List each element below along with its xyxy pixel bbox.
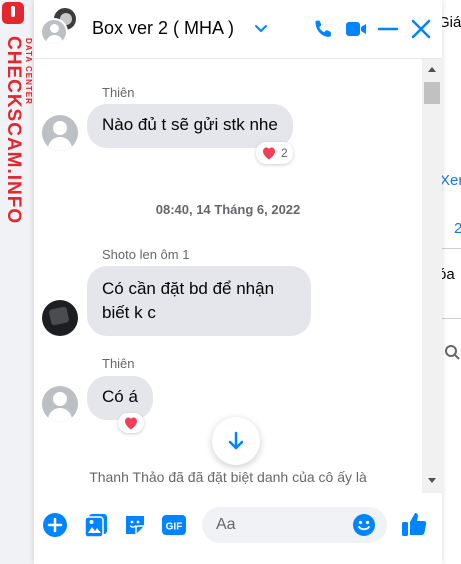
watermark-logo-icon [2,2,24,24]
composer: GIF [34,494,442,564]
message-list[interactable]: Thiên Nào đủ t sẽ gửi stk nhe 2 08:40, 1… [34,59,422,493]
message-line: Có cần đặt bd để nhận [102,279,275,298]
video-camera-icon[interactable] [344,17,368,41]
group-avatar[interactable] [40,6,78,46]
conversation-title[interactable]: Box ver 2 ( MHA ) [92,18,234,39]
message-bubble[interactable]: Nào đủ t sẽ gửi stk nhe [87,104,293,148]
scrollbar-thumb[interactable] [424,82,440,104]
chat-window: Box ver 2 ( MHA ) Thiên Nào đủ t sẽ gửi … [34,0,442,564]
minimize-icon[interactable] [376,17,400,41]
heart-icon [263,147,275,160]
avatar[interactable] [42,386,78,422]
system-message: Thanh Thảo đã đã đặt biệt danh của cô ấy… [89,469,367,485]
close-icon[interactable] [409,17,433,41]
background-link[interactable]: Xen [440,172,461,189]
arrow-down-icon [228,431,244,450]
timestamp: 08:40, 14 Tháng 6, 2022 [155,202,301,217]
phone-icon[interactable] [312,17,336,41]
avatar[interactable] [42,115,78,151]
message-bubble[interactable]: Có cần đặt bd để nhận biết k c [87,266,311,336]
sender-name: Thiên [102,85,135,100]
watermark-brand: CHECKSCAM.INFO [3,36,24,225]
scroll-up-arrow-icon[interactable] [428,67,436,72]
scrollbar[interactable] [422,59,442,493]
plus-circle-icon[interactable] [42,512,68,538]
watermark: CHECKSCAM.INFO DATA CENTER [0,0,34,564]
chat-header: Box ver 2 ( MHA ) [34,0,442,59]
chevron-down-icon[interactable] [252,20,270,38]
scroll-to-bottom-button[interactable] [212,417,260,465]
message-input[interactable] [216,507,346,543]
gif-icon[interactable]: GIF [161,512,187,538]
emoji-icon[interactable] [352,513,376,537]
sender-name: Shoto len ôm 1 [102,247,190,262]
scroll-down-arrow-icon[interactable] [428,478,436,483]
message-input-container[interactable] [202,507,387,543]
reaction-count: 2 [281,146,288,160]
reaction-badge[interactable] [118,413,144,433]
sticker-icon[interactable] [122,512,148,538]
photo-icon[interactable] [83,512,109,538]
background-link[interactable]: 2 [454,220,461,237]
reaction-badge[interactable]: 2 [256,142,293,164]
group-member-avatar [40,18,68,46]
sender-name: Thiên [102,356,135,371]
heart-icon [125,417,137,430]
search-icon[interactable] [444,344,460,360]
gif-label: GIF [166,522,183,533]
avatar[interactable] [42,300,78,336]
thumbs-up-icon[interactable] [400,510,428,538]
watermark-subtitle: DATA CENTER [24,38,33,105]
message-line: biết k c [102,303,156,322]
message-bubble[interactable]: Có á [87,376,153,420]
